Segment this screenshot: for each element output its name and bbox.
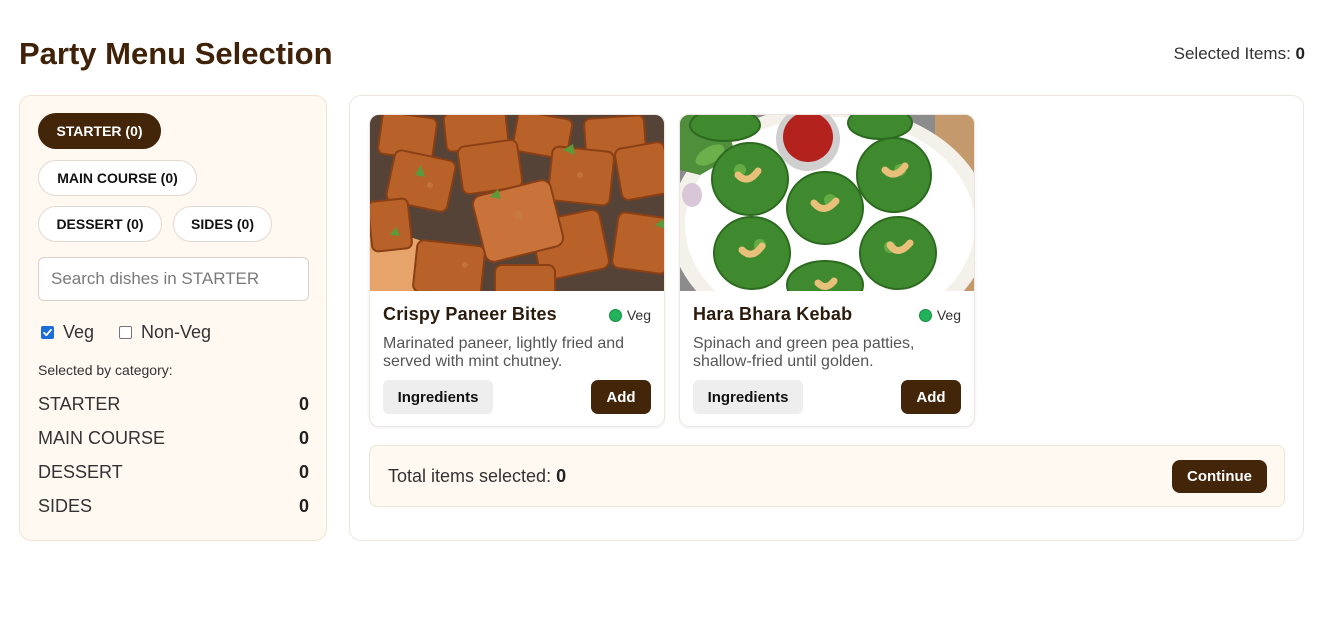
category-row-starter: STARTER 0 [38, 393, 309, 415]
category-row-dessert: DESSERT 0 [38, 461, 309, 483]
dish-description: Marinated paneer, lightly fried and serv… [383, 335, 625, 370]
tab-sides[interactable]: SIDES (0) [173, 206, 272, 242]
page-title: Party Menu Selection [19, 36, 333, 71]
category-name: DESSERT [38, 462, 123, 482]
total-bar: Total items selected: 0 Continue [369, 445, 1285, 507]
hara-bhara-kebab-photo [680, 115, 974, 291]
veg-badge: Veg [918, 307, 961, 323]
category-caption: Selected by category: [38, 362, 173, 378]
add-button[interactable]: Add [901, 380, 961, 414]
category-row-sides: SIDES 0 [38, 495, 309, 517]
veg-filter-label: Veg [63, 322, 95, 342]
dish-card: Crispy Paneer Bites Veg Marinated paneer… [369, 114, 665, 427]
non-veg-checkbox[interactable] [119, 326, 132, 339]
ingredients-button[interactable]: Ingredients [693, 380, 803, 414]
total-items-count: 0 [556, 466, 567, 486]
search-input[interactable] [38, 257, 309, 301]
total-items-label: Total items selected: [388, 466, 552, 486]
add-button[interactable]: Add [591, 380, 651, 414]
dish-panel: Crispy Paneer Bites Veg Marinated paneer… [349, 95, 1304, 541]
veg-dot-icon [918, 308, 932, 322]
non-veg-filter-label: Non-Veg [141, 322, 212, 342]
veg-filter[interactable]: Veg [41, 322, 94, 343]
category-row-main-course: MAIN COURSE 0 [38, 427, 309, 449]
category-count: 0 [298, 394, 309, 414]
veg-dot-icon [608, 308, 622, 322]
non-veg-filter[interactable]: Non-Veg [119, 322, 211, 343]
category-name: STARTER [38, 394, 121, 414]
dish-name: Hara Bhara Kebab [693, 304, 853, 324]
selected-items-summary: Selected Items: 0 [1174, 43, 1305, 65]
tab-dessert[interactable]: DESSERT (0) [38, 206, 162, 242]
veg-badge: Veg [608, 307, 651, 323]
continue-button[interactable]: Continue [1172, 460, 1267, 493]
dish-description: Spinach and green pea patties, shallow-f… [693, 335, 915, 370]
paneer-bites-photo [370, 115, 664, 291]
category-name: MAIN COURSE [38, 428, 166, 448]
veg-badge-label: Veg [936, 307, 961, 323]
tab-main-course[interactable]: MAIN COURSE (0) [38, 160, 197, 196]
dish-name: Crispy Paneer Bites [383, 304, 557, 324]
dish-card: Hara Bhara Kebab Veg Spinach and green p… [679, 114, 975, 427]
category-count: 0 [298, 496, 309, 516]
category-count: 0 [298, 462, 309, 482]
tab-starter[interactable]: STARTER (0) [38, 113, 161, 149]
selected-items-label: Selected Items: [1173, 44, 1291, 63]
checkmark-icon [43, 328, 52, 337]
category-sidebar: STARTER (0) MAIN COURSE (0) DESSERT (0) … [19, 95, 327, 541]
ingredients-button[interactable]: Ingredients [383, 380, 493, 414]
veg-badge-label: Veg [626, 307, 651, 323]
veg-checkbox[interactable] [41, 326, 54, 339]
category-name: SIDES [38, 496, 93, 516]
dish-image-hara-bhara [680, 115, 974, 291]
selected-items-count: 0 [1295, 44, 1305, 63]
category-count: 0 [298, 428, 309, 448]
dish-image-paneer [370, 115, 664, 291]
total-items: Total items selected: 0 [388, 466, 566, 487]
page-header: Party Menu Selection Selected Items: 0 [19, 34, 1305, 76]
